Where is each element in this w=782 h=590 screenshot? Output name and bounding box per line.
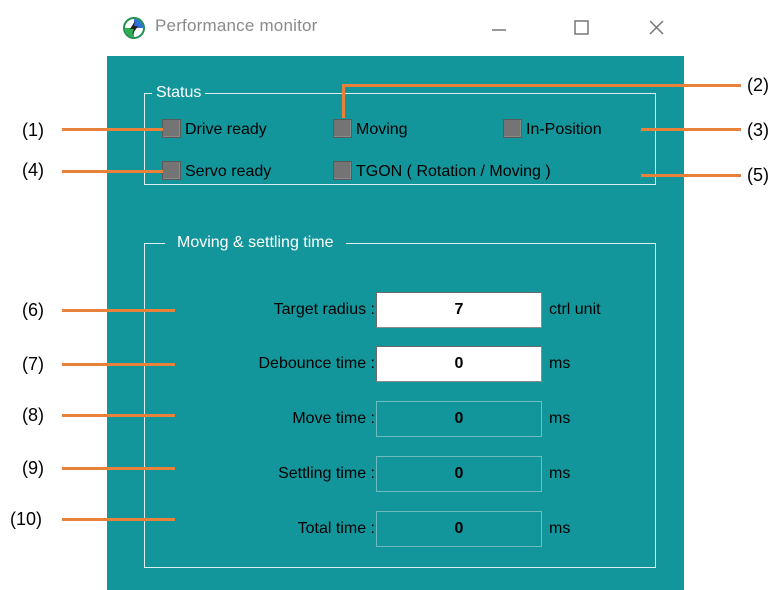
callout-10-number: (10): [10, 509, 43, 529]
moving-indicator: [333, 119, 352, 138]
maximize-icon: [574, 20, 589, 35]
settling-time-label: Settling time :: [278, 465, 375, 482]
callout-4-line: [62, 170, 163, 173]
title-bar[interactable]: Performance monitor: [107, 0, 684, 56]
maximize-button[interactable]: [567, 14, 597, 42]
performance-monitor-window: Performance monitor Status Drive ready M…: [107, 0, 684, 590]
move-time-unit: ms: [549, 410, 571, 427]
status-group-title: Status: [152, 84, 206, 102]
callout-7-number: (7): [22, 354, 44, 374]
callout-9-line: [62, 467, 175, 470]
minimize-button[interactable]: [484, 14, 514, 42]
window-title: Performance monitor: [155, 16, 318, 35]
app-logo-icon: [123, 17, 145, 39]
debounce-time-label: Debounce time :: [258, 355, 375, 372]
minimize-icon: [492, 29, 506, 31]
total-time-value: 0: [376, 511, 542, 547]
close-button[interactable]: [642, 14, 672, 42]
drive-ready-label: Drive ready: [185, 121, 267, 138]
callout-7-line: [62, 363, 175, 366]
move-time-value: 0: [376, 401, 542, 437]
moving-settling-group-title: Moving & settling time: [165, 234, 346, 252]
in-position-indicator: [503, 119, 522, 138]
close-icon: [649, 20, 664, 35]
callout-1-number: (1): [22, 120, 44, 140]
callout-8-number: (8): [22, 405, 44, 425]
drive-ready-indicator: [162, 119, 181, 138]
callout-2-line-vertical: [342, 84, 345, 118]
client-area: Status Drive ready Moving In-Position Se…: [107, 56, 684, 590]
target-radius-input[interactable]: 7: [376, 292, 542, 328]
debounce-time-input[interactable]: 0: [376, 346, 542, 382]
target-radius-label: Target radius :: [273, 301, 375, 318]
target-radius-unit: ctrl unit: [549, 301, 601, 318]
in-position-label: In-Position: [526, 121, 602, 138]
callout-3-line: [641, 128, 741, 131]
callout-5-number: (5): [747, 165, 769, 185]
tgon-label: TGON ( Rotation / Moving ): [356, 163, 551, 180]
tgon-indicator: [333, 161, 352, 180]
servo-ready-indicator: [162, 161, 181, 180]
settling-time-value: 0: [376, 456, 542, 492]
callout-6-line: [62, 309, 175, 312]
callout-6-number: (6): [22, 300, 44, 320]
callout-1-line: [62, 128, 163, 131]
callout-5-line: [641, 174, 741, 177]
callout-4-number: (4): [22, 160, 44, 180]
callout-9-number: (9): [22, 458, 44, 478]
settling-time-unit: ms: [549, 465, 571, 482]
callout-2-line: [343, 84, 741, 87]
total-time-unit: ms: [549, 520, 571, 537]
debounce-time-unit: ms: [549, 355, 571, 372]
callout-3-number: (3): [747, 120, 769, 140]
total-time-label: Total time :: [297, 520, 375, 537]
callout-8-line: [62, 414, 175, 417]
callout-10-line: [62, 518, 175, 521]
move-time-label: Move time :: [292, 410, 375, 427]
callout-2-number: (2): [747, 75, 769, 95]
servo-ready-label: Servo ready: [185, 163, 272, 180]
moving-label: Moving: [356, 121, 408, 138]
